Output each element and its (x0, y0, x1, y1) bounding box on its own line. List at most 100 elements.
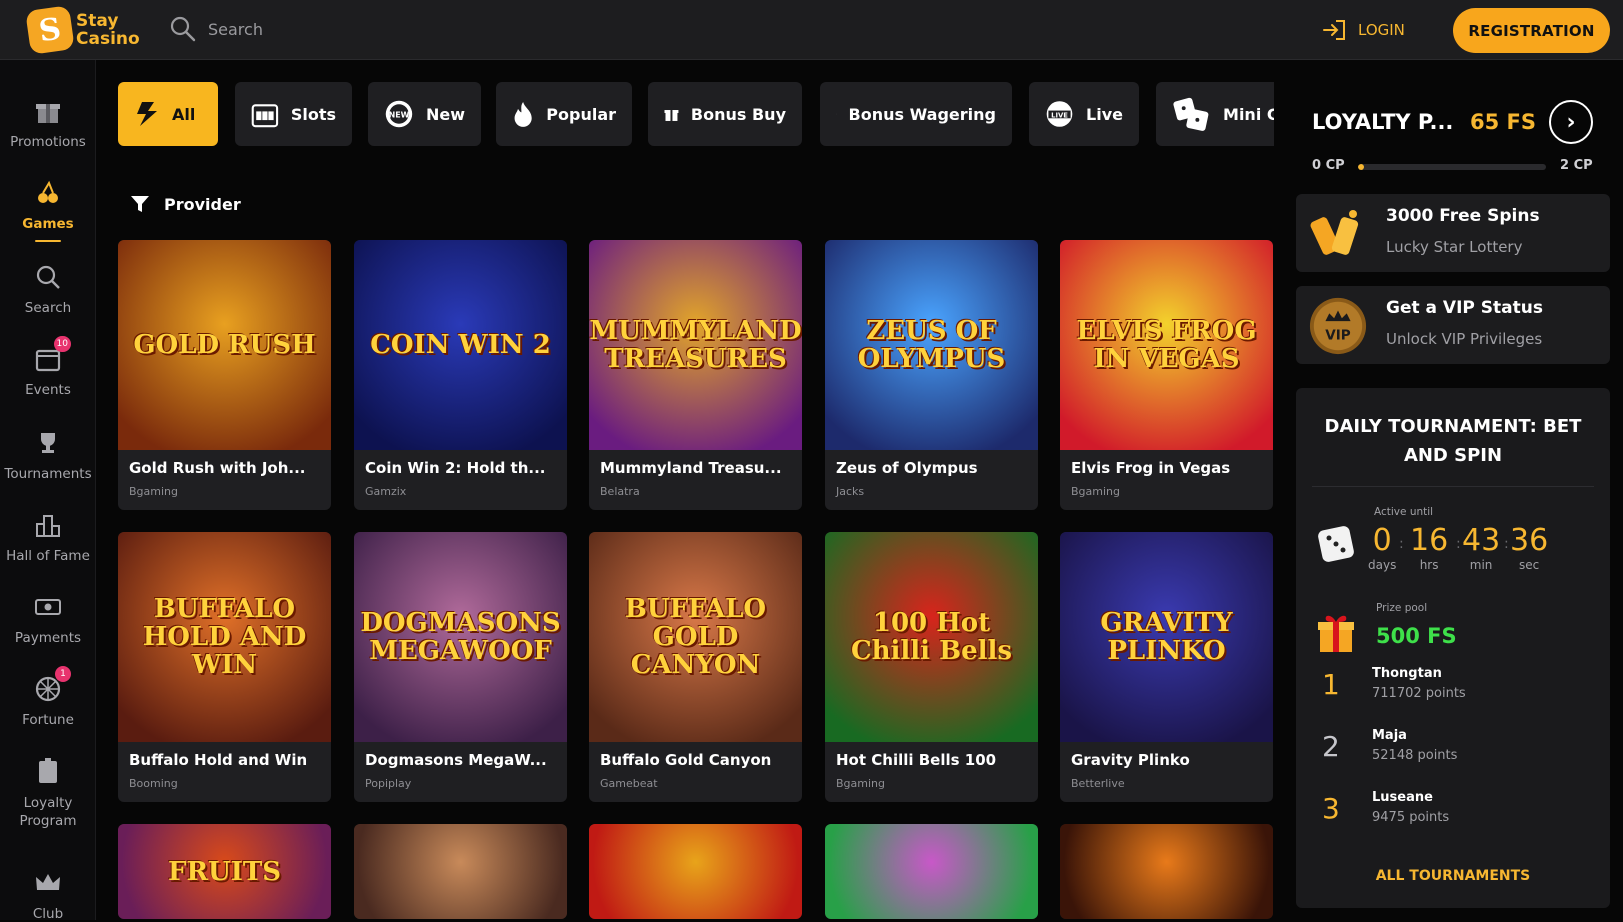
game-thumbnail[interactable]: ZEUS OF OLYMPUS (825, 240, 1038, 450)
game-thumbnail[interactable] (589, 824, 802, 919)
game-art-title: FRUITS (158, 858, 291, 886)
category-new[interactable]: NEW New (368, 82, 481, 146)
game-thumbnail[interactable]: BUFFALO GOLD CANYON (589, 532, 802, 742)
promo-title: Get a VIP Status (1386, 298, 1543, 318)
sidebar-item-search[interactable]: Search (0, 262, 96, 316)
sidebar-item-label: Loyalty Program (20, 794, 77, 830)
dice-icon (1316, 524, 1356, 564)
game-card[interactable] (354, 824, 567, 919)
provider-filter[interactable]: Provider (130, 194, 241, 214)
game-card[interactable]: COIN WIN 2Coin Win 2: Hold th...Gamzix (354, 240, 567, 510)
registration-button[interactable]: REGISTRATION (1453, 8, 1610, 53)
game-card[interactable]: BUFFALO HOLD AND WIN Buffalo Hold and Win… (118, 532, 331, 802)
game-thumbnail[interactable]: 100 Hot Chilli Bells (825, 532, 1038, 742)
promo-card-free-spins[interactable]: 3000 Free Spins Lucky Star Lottery (1296, 194, 1610, 272)
game-provider: Booming (129, 777, 178, 790)
gift-icon (1316, 610, 1356, 654)
game-provider: Bgaming (129, 485, 178, 498)
sidebar: Promotions Games Search 10 Events Tourna… (0, 60, 96, 920)
game-thumbnail[interactable]: DOGMASONS MEGAWOOF (354, 532, 567, 742)
gift-icon (664, 98, 679, 130)
sidebar-item-club[interactable]: Club (0, 868, 96, 922)
category-bonus-wagering[interactable]: $ Bonus Wagering (820, 82, 1012, 146)
game-title: Zeus of Olympus (836, 459, 1031, 477)
rank: 2 (1322, 730, 1340, 763)
sidebar-item-events[interactable]: 10 Events (0, 344, 96, 398)
sidebar-item-fortune[interactable]: 1 Fortune (0, 674, 96, 728)
game-art-title: COIN WIN 2 (360, 331, 561, 359)
game-card[interactable]: ZEUS OF OLYMPUS Zeus of Olympus Jacks (825, 240, 1038, 510)
countdown-separator: : (1504, 536, 1509, 552)
category-mini-games[interactable]: Mini G (1156, 82, 1274, 146)
game-provider: Gamzix (365, 485, 406, 498)
category-slots[interactable]: Slots (235, 82, 352, 146)
game-card[interactable]: FRUITS (118, 824, 331, 919)
sidebar-item-label: Hall of Fame (6, 548, 90, 564)
sidebar-item-promotions[interactable]: Promotions (0, 96, 96, 150)
game-thumbnail[interactable]: GRAVITY PLINKO (1060, 532, 1273, 742)
category-bar: All Slots NEW New Popular Bonus Buy $ Bo… (118, 82, 1274, 146)
login-button[interactable]: LOGIN (1322, 18, 1405, 42)
game-thumbnail[interactable] (825, 824, 1038, 919)
promo-card-vip[interactable]: VIP Get a VIP Status Unlock VIP Privileg… (1296, 286, 1610, 364)
lottery-tickets-icon (1308, 204, 1368, 264)
game-thumbnail[interactable]: BUFFALO HOLD AND WIN (118, 532, 331, 742)
game-card[interactable]: ELVIS FROG IN VEGASElvis Frog in VegasBg… (1060, 240, 1273, 510)
sidebar-item-label: Payments (15, 630, 81, 646)
svg-text:LIVE: LIVE (1051, 111, 1068, 119)
countdown-hours: 16hrs (1410, 524, 1448, 572)
game-card[interactable]: MUMMYLAND TREASURESMummyland Treasu...Be… (589, 240, 802, 510)
game-thumbnail[interactable]: COIN WIN 2 (354, 240, 567, 450)
category-all[interactable]: All (118, 82, 218, 146)
sidebar-item-games[interactable]: Games (0, 178, 96, 242)
game-thumbnail[interactable]: GOLD RUSH (118, 240, 331, 450)
sidebar-item-loyalty-program[interactable]: Loyalty Program (0, 756, 96, 830)
game-provider: Betterlive (1071, 777, 1125, 790)
sidebar-item-tournaments[interactable]: Tournaments (0, 428, 96, 482)
game-title: Dogmasons MegaW... (365, 751, 560, 769)
game-card[interactable] (825, 824, 1038, 919)
slot-machine-icon (251, 98, 279, 130)
game-card[interactable]: GRAVITY PLINKOGravity PlinkoBetterlive (1060, 532, 1273, 802)
game-thumbnail[interactable] (354, 824, 567, 919)
game-thumbnail[interactable]: ELVIS FROG IN VEGAS (1060, 240, 1273, 450)
sidebar-item-label: Fortune (22, 712, 74, 728)
search-placeholder: Search (208, 20, 263, 39)
game-art-title: DOGMASONS MEGAWOOF (354, 609, 567, 665)
search-field[interactable]: Search (170, 16, 263, 42)
category-popular[interactable]: Popular (496, 82, 632, 146)
game-title: Mummyland Treasu... (600, 459, 795, 477)
game-card[interactable]: DOGMASONS MEGAWOOF Dogmasons MegaW... Popi… (354, 532, 567, 802)
promo-title: 3000 Free Spins (1386, 206, 1540, 226)
player-points: 52148 points (1372, 748, 1457, 763)
game-card[interactable]: BUFFALO GOLD CANYONBuffalo Gold CanyonGa… (589, 532, 802, 802)
logo[interactable]: S Stay Casino (28, 8, 140, 52)
category-live[interactable]: LIVE Live (1029, 82, 1139, 146)
game-provider: Gamebeat (600, 777, 658, 790)
trophy-icon (33, 428, 63, 458)
dice-icon (1172, 94, 1211, 134)
all-tournaments-link[interactable]: ALL TOURNAMENTS (1296, 868, 1610, 884)
game-provider: Popiplay (365, 777, 411, 790)
game-card[interactable]: 100 Hot Chilli BellsHot Chilli Bells 100… (825, 532, 1038, 802)
sidebar-item-hall-of-fame[interactable]: Hall of Fame (0, 510, 96, 564)
game-thumbnail[interactable] (1060, 824, 1273, 919)
game-provider: Bgaming (836, 777, 885, 790)
player-name: Maja (1372, 728, 1407, 743)
sidebar-item-payments[interactable]: Payments (0, 592, 96, 646)
loyalty-next-button[interactable]: › (1549, 100, 1593, 144)
wheel-icon: 1 (33, 674, 63, 704)
game-thumbnail[interactable]: MUMMYLAND TREASURES (589, 240, 802, 450)
game-art-title: GRAVITY PLINKO (1060, 609, 1273, 665)
game-title: Buffalo Hold and Win (129, 751, 324, 769)
category-bonus-buy[interactable]: Bonus Buy (648, 82, 802, 146)
game-thumbnail[interactable]: FRUITS (118, 824, 331, 919)
game-card[interactable]: GOLD RUSHGold Rush with Joh...Bgaming (118, 240, 331, 510)
game-card[interactable] (1060, 824, 1273, 919)
live-icon: LIVE (1045, 97, 1074, 131)
events-badge: 10 (54, 336, 71, 352)
gift-icon (33, 96, 63, 126)
game-provider: Jacks (836, 485, 864, 498)
search-icon (170, 16, 196, 42)
game-card[interactable] (589, 824, 802, 919)
